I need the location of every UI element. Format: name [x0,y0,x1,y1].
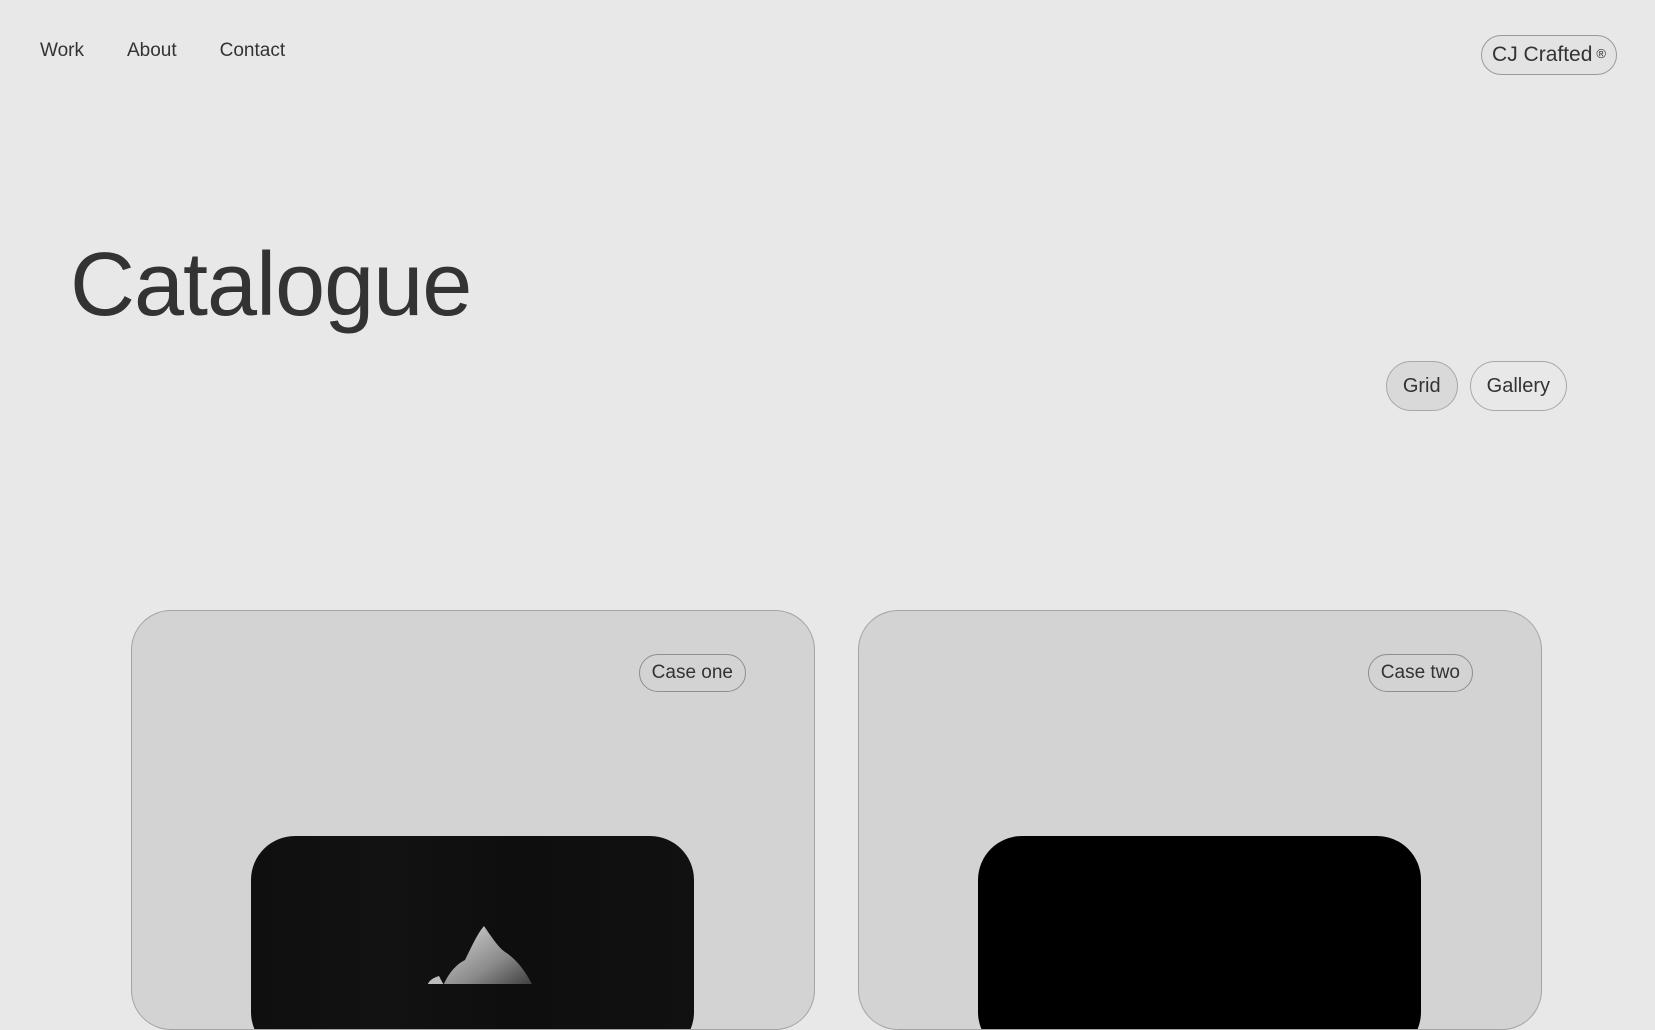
registered-mark-icon: ® [1596,45,1606,61]
case-card-one[interactable]: Case one [131,610,815,1030]
view-grid-button[interactable]: Grid [1385,361,1458,411]
case-image [978,836,1421,1029]
nav-link-work[interactable]: Work [40,40,84,62]
main-nav: Work About Contact [40,40,285,62]
view-gallery-button[interactable]: Gallery [1469,361,1567,411]
sculpture-image [427,926,532,984]
brand-name: CJ Crafted [1492,43,1593,66]
view-toggle: Grid Gallery [1385,361,1567,411]
case-grid: Case one Case two [131,610,1542,1030]
case-card-two[interactable]: Case two [858,610,1542,1030]
case-image [251,836,694,1029]
case-label: Case two [1367,654,1473,692]
brand-badge[interactable]: CJ Crafted ® [1481,35,1617,75]
case-label: Case one [638,654,746,692]
page-title: Catalogue [70,235,472,335]
nav-link-about[interactable]: About [127,40,177,62]
nav-link-contact[interactable]: Contact [220,40,285,62]
